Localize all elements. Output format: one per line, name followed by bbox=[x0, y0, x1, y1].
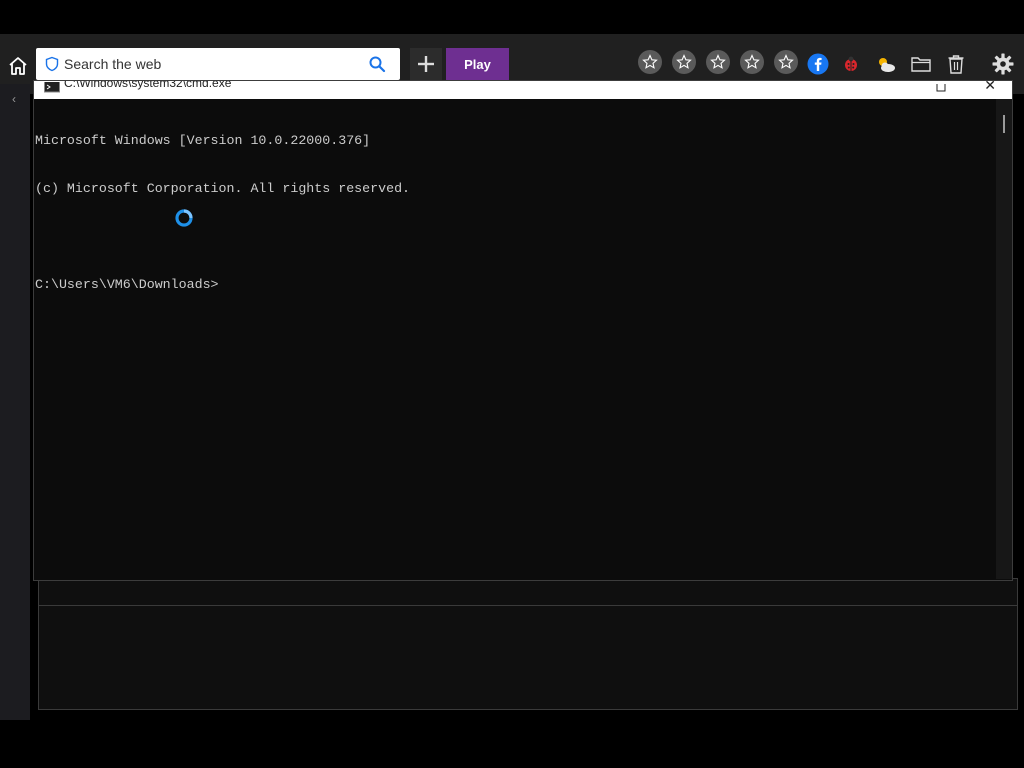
cmd-title-bar[interactable]: C:\Windows\system32\cmd.exe ✕ bbox=[34, 81, 1012, 99]
shield-icon bbox=[44, 56, 60, 72]
background-sidebar: ‹ bbox=[0, 84, 30, 720]
facebook-icon[interactable] bbox=[806, 52, 830, 76]
scrollbar-thumb[interactable] bbox=[1003, 115, 1005, 133]
maximize-icon[interactable] bbox=[934, 81, 948, 92]
close-icon[interactable]: ✕ bbox=[984, 81, 996, 94]
search-box bbox=[36, 48, 400, 80]
console-prompt[interactable]: C:\Users\VM6\Downloads> bbox=[35, 277, 410, 293]
favorites-bar bbox=[638, 50, 798, 74]
search-icon[interactable] bbox=[368, 55, 386, 73]
play-button[interactable]: Play bbox=[446, 48, 509, 80]
console-line: (c) Microsoft Corporation. All rights re… bbox=[35, 181, 411, 196]
console-line: Microsoft Windows [Version 10.0.22000.37… bbox=[35, 133, 371, 148]
home-icon[interactable] bbox=[6, 54, 30, 78]
folder-icon[interactable] bbox=[909, 52, 933, 76]
background-window bbox=[38, 578, 1018, 710]
add-tab-button[interactable] bbox=[410, 48, 442, 80]
favorite-star-icon[interactable] bbox=[706, 50, 730, 74]
ladybug-icon[interactable] bbox=[839, 52, 863, 76]
scrollbar[interactable] bbox=[996, 99, 1012, 579]
cmd-title: C:\Windows\system32\cmd.exe bbox=[64, 81, 232, 90]
busy-cursor-icon bbox=[174, 208, 194, 228]
favorite-star-icon[interactable] bbox=[740, 50, 764, 74]
chevron-left-icon[interactable]: ‹ bbox=[12, 92, 16, 106]
trash-icon[interactable] bbox=[944, 52, 968, 76]
favorite-star-icon[interactable] bbox=[774, 50, 798, 74]
favorite-star-icon[interactable] bbox=[638, 50, 662, 74]
divider bbox=[39, 605, 1017, 606]
cmd-window: C:\Windows\system32\cmd.exe ✕ Microsoft … bbox=[33, 80, 1013, 581]
favorite-star-icon[interactable] bbox=[672, 50, 696, 74]
console-output[interactable]: Microsoft Windows [Version 10.0.22000.37… bbox=[35, 101, 410, 325]
gear-icon[interactable] bbox=[991, 52, 1015, 76]
cmd-app-icon bbox=[44, 81, 60, 93]
search-input[interactable] bbox=[64, 52, 364, 76]
weather-icon[interactable] bbox=[874, 52, 898, 76]
